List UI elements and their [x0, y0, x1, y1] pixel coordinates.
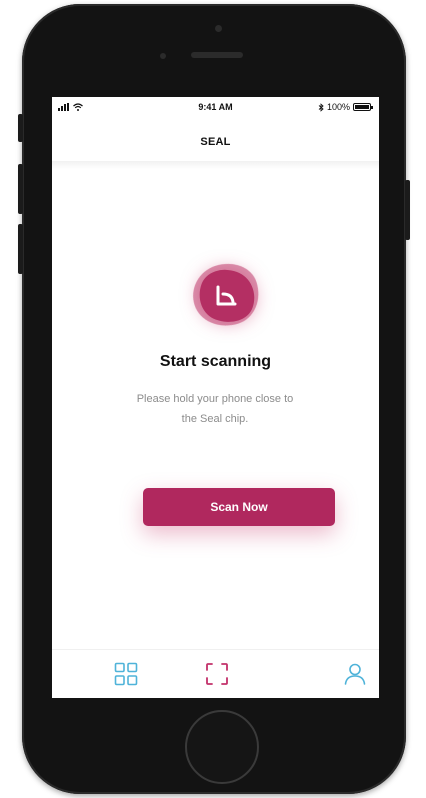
instruction-line-2: the Seal chip. [181, 413, 249, 425]
battery-icon [353, 103, 373, 111]
status-bar: 9:41 AM 100% [52, 97, 379, 119]
mute-switch [18, 114, 23, 142]
instruction-line-1: Please hold your phone close to [136, 393, 294, 405]
scan-now-button[interactable]: Scan Now [143, 488, 335, 526]
scan-frame-icon [206, 663, 228, 685]
user-icon [344, 663, 366, 685]
headline: Start scanning [159, 353, 272, 370]
instruction-text: Please hold your phone close to the Seal… [115, 389, 315, 429]
header-divider [52, 161, 379, 169]
proximity-sensor [160, 53, 166, 59]
bluetooth-icon [318, 102, 324, 112]
front-camera [215, 25, 222, 32]
power-button [405, 180, 410, 240]
home-button[interactable] [185, 710, 259, 784]
status-right: 100% [318, 102, 373, 112]
nfc-scan-icon [216, 285, 237, 306]
grid-icon [114, 662, 138, 686]
battery-percent: 100% [326, 102, 350, 112]
volume-up-button [18, 164, 23, 214]
earpiece-speaker [191, 52, 243, 58]
page-title: SEAL [200, 136, 231, 148]
tab-dashboard[interactable] [112, 660, 140, 688]
volume-down-button [18, 224, 23, 274]
tab-bar [52, 649, 379, 698]
scan-badge-icon [185, 255, 267, 335]
phone-device: 9:41 AM 100% SEAL Start scanning Please … [18, 4, 410, 794]
tab-profile[interactable] [341, 660, 369, 688]
app-screen: 9:41 AM 100% SEAL Start scanning Please … [52, 97, 379, 698]
tab-scan[interactable] [203, 660, 231, 688]
